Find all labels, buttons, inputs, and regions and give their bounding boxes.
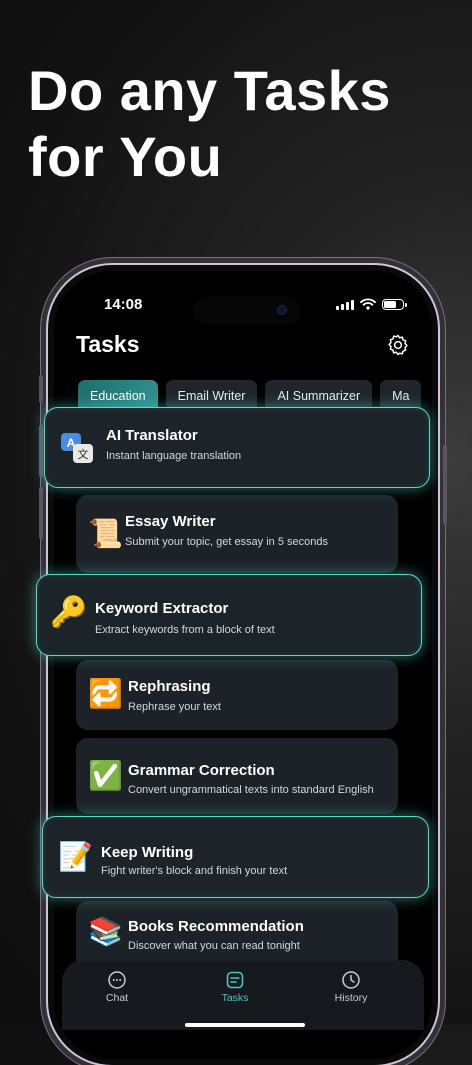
tab-bar: Chat Tasks History [62, 960, 424, 1030]
task-card-grammar-correction[interactable]: ✅ Grammar Correction Convert ungrammatic… [76, 738, 398, 814]
tab-chat[interactable]: Chat [77, 970, 157, 1004]
task-subtitle: Fight writer's block and finish your tex… [101, 865, 288, 877]
clock-icon [342, 971, 360, 989]
books-icon: 📚 [88, 916, 123, 947]
volume-up-button [39, 425, 43, 477]
task-subtitle: Instant language translation [106, 450, 242, 462]
key-icon: 🔑 [50, 596, 88, 629]
task-card-keep-writing[interactable]: 📝 Keep Writing Fight writer's block and … [42, 816, 429, 898]
task-subtitle: Rephrase your text [128, 701, 221, 713]
task-card-rephrasing[interactable]: 🔁 Rephrasing Rephrase your text [76, 660, 398, 730]
task-title: AI Translator [106, 427, 198, 444]
status-time: 14:08 [104, 296, 143, 313]
task-card-ai-translator[interactable]: A 文 AI Translator Instant language trans… [44, 407, 430, 488]
scroll-icon: 📜 [88, 518, 123, 549]
action-button [39, 375, 43, 403]
gear-icon[interactable] [386, 333, 410, 357]
repeat-icon: 🔁 [88, 678, 123, 709]
battery-icon [382, 298, 407, 310]
page-title: Tasks [76, 331, 140, 357]
tab-history[interactable]: History [311, 970, 391, 1004]
headline-line-2: for You [28, 125, 223, 188]
task-title: Grammar Correction [128, 762, 275, 779]
task-subtitle: Convert ungrammatical texts into standar… [128, 784, 374, 796]
tab-tasks[interactable]: Tasks [195, 970, 275, 1004]
volume-down-button [39, 487, 43, 539]
cellular-signal-icon [336, 299, 354, 310]
tab-history-label: History [334, 992, 368, 1004]
status-icons [336, 298, 407, 310]
task-card-books-recommendation[interactable]: 📚 Books Recommendation Discover what you… [76, 901, 398, 961]
headline: Do any Tasks for You [28, 58, 391, 190]
task-subtitle: Discover what you can read tonight [128, 940, 300, 952]
headline-line-1: Do any Tasks [28, 59, 391, 122]
task-title: Keep Writing [101, 844, 194, 861]
dynamic-island [193, 297, 301, 325]
tasks-icon [226, 971, 244, 989]
power-button [443, 445, 447, 525]
chat-bubble-icon [108, 971, 126, 989]
camera-icon [277, 305, 287, 315]
tab-tasks-label: Tasks [221, 992, 249, 1004]
task-subtitle: Extract keywords from a block of text [95, 624, 275, 636]
wifi-icon [360, 298, 376, 310]
task-title: Books Recommendation [128, 918, 304, 935]
check-mark-icon: ✅ [88, 760, 123, 791]
task-title: Essay Writer [125, 513, 216, 530]
task-card-essay-writer[interactable]: 📜 Essay Writer Submit your topic, get es… [76, 495, 398, 573]
task-card-keyword-extractor[interactable]: 🔑 Keyword Extractor Extract keywords fro… [36, 574, 422, 656]
tab-chat-label: Chat [105, 992, 129, 1004]
svg-text:文: 文 [78, 447, 89, 461]
translate-icon: A 文 [61, 433, 93, 463]
memo-icon: 📝 [58, 841, 93, 872]
task-title: Rephrasing [128, 678, 211, 695]
task-title: Keyword Extractor [95, 600, 229, 617]
task-subtitle: Submit your topic, get essay in 5 second… [125, 536, 328, 548]
